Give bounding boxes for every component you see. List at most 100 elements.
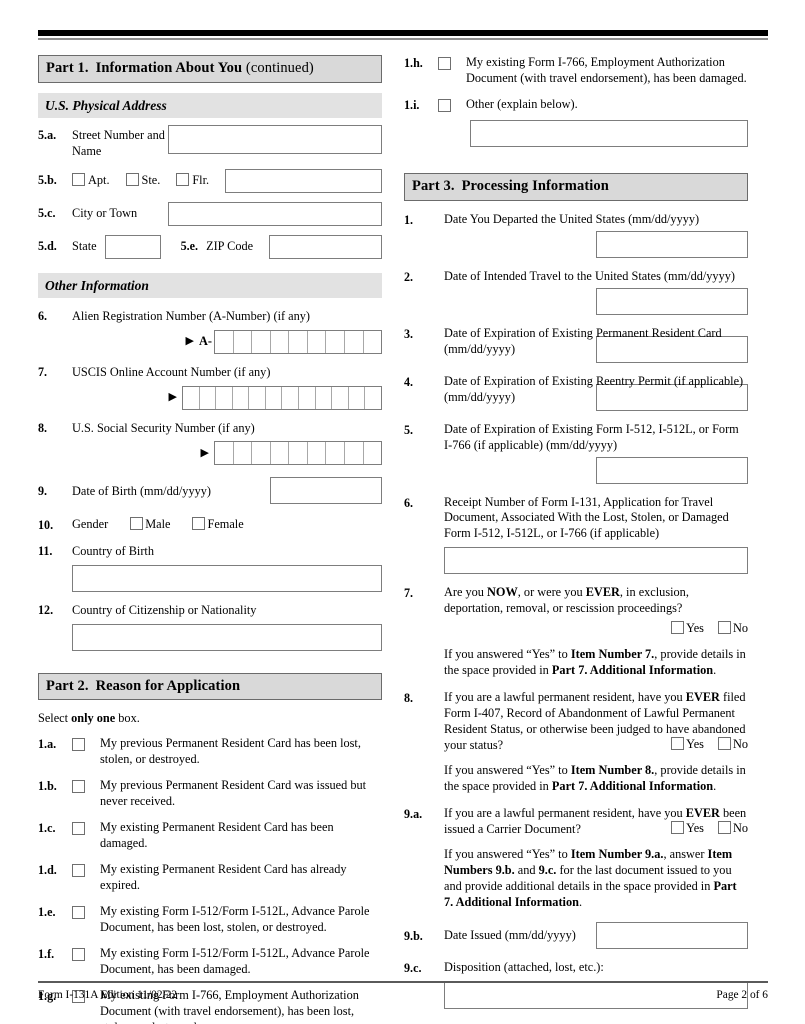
reason-option-1f[interactable]: 1.f. My existing Form I-512/Form I-512L,… <box>38 946 382 978</box>
checkbox-option-apt[interactable]: Apt. <box>72 172 110 189</box>
checkbox-reason-1a[interactable] <box>72 736 100 754</box>
reason-option-1i[interactable]: 1.i. Other (explain below). <box>404 97 748 115</box>
checkbox-reason-1f[interactable] <box>72 946 100 964</box>
label-ste: Ste. <box>141 172 161 187</box>
checkbox-reason-1h[interactable] <box>438 55 466 73</box>
checkbox-female-icon[interactable] <box>192 516 206 530</box>
checkbox-1b-icon[interactable] <box>72 780 85 794</box>
checkbox-reason-1e[interactable] <box>72 904 100 922</box>
input-apt-ste-flr-number[interactable] <box>225 168 382 193</box>
checkbox-1f-icon[interactable] <box>72 948 85 962</box>
label-country-of-birth: Country of Birth <box>72 544 154 559</box>
item-num-1f: 1.f. <box>38 947 55 962</box>
right-triangle-icon: ▶ <box>168 391 177 404</box>
checkbox-1c-icon[interactable] <box>72 822 85 836</box>
input-street-number-and-name[interactable] <box>168 125 382 155</box>
checkbox-option-7-yes[interactable]: Yes <box>671 621 704 637</box>
reason-option-1b[interactable]: 1.b. My previous Permanent Resident Card… <box>38 778 382 810</box>
item-num-1b: 1.b. <box>38 779 57 794</box>
reason-option-1h[interactable]: 1.h. My existing Form I-766, Employment … <box>404 55 748 87</box>
item-num-5c: 5.c. <box>38 206 56 221</box>
checkbox-1h-icon[interactable] <box>438 57 451 70</box>
item-num-5e: 5.e. <box>180 238 199 253</box>
reason-option-1d[interactable]: 1.d. My existing Permanent Resident Card… <box>38 862 382 894</box>
checkbox-option-8-no[interactable]: No <box>717 737 748 753</box>
checkbox-option-9a-yes[interactable]: Yes <box>671 821 704 837</box>
checkbox-ste-icon[interactable] <box>125 172 139 186</box>
checkbox-1a-icon[interactable] <box>72 738 85 752</box>
input-uscis-online-account-number[interactable] <box>182 385 382 410</box>
label-receipt-number: Receipt Number of Form I-131, Applicatio… <box>444 494 729 541</box>
checkbox-9a-yes-icon[interactable] <box>671 821 685 835</box>
checkbox-option-female[interactable]: Female <box>192 516 244 533</box>
i407-bold-ever: EVER <box>685 690 720 705</box>
input-date-exp-i512[interactable] <box>596 456 748 484</box>
checkbox-7-yes-icon[interactable] <box>671 621 685 635</box>
label-date-departed: Date You Departed the United States (mm/… <box>444 211 700 226</box>
reason-option-1a[interactable]: 1.a. My previous Permanent Resident Card… <box>38 736 382 768</box>
checkbox-1i-icon[interactable] <box>438 98 451 112</box>
label-city-or-town: City or Town <box>72 206 138 221</box>
checkbox-option-flr[interactable]: Flr. <box>176 172 210 189</box>
checkbox-9a-no-icon[interactable] <box>717 821 731 835</box>
input-zip-code[interactable] <box>269 234 382 259</box>
checkbox-option-ste[interactable]: Ste. <box>125 172 161 189</box>
input-date-departed[interactable] <box>596 230 748 258</box>
input-receipt-number[interactable] <box>444 547 748 575</box>
part3-title: Processing Information <box>461 177 609 194</box>
note-8-pre: If you answered “Yes” to <box>444 763 571 778</box>
checkbox-option-8-yes[interactable]: Yes <box>671 737 704 753</box>
checkbox-7-no-icon[interactable] <box>717 621 731 635</box>
item-num-11: 11. <box>38 544 53 559</box>
input-country-of-citizenship[interactable] <box>72 623 382 651</box>
reason-option-1c[interactable]: 1.c. My existing Permanent Resident Card… <box>38 820 382 852</box>
item-num-p3-3: 3. <box>404 326 414 341</box>
field-row-gender: 10. Gender Male Female <box>38 516 382 533</box>
part2-title: Reason for Application <box>95 677 241 694</box>
checkbox-reason-1d[interactable] <box>72 862 100 880</box>
input-state[interactable] <box>104 234 161 259</box>
note-8-post: . <box>713 779 717 794</box>
comb-wrap-uscis-account: ▶ <box>38 385 382 410</box>
instruction-pre: Select <box>38 711 72 726</box>
item-num-7: 7. <box>38 364 48 379</box>
checkbox-option-9a-no[interactable]: No <box>717 821 748 837</box>
checkbox-8-yes-icon[interactable] <box>671 737 685 751</box>
input-alien-registration-number[interactable] <box>214 329 382 354</box>
part1-header: Part 1. Information About You (continued) <box>38 55 382 83</box>
input-country-of-birth[interactable] <box>72 564 382 592</box>
part1-continued: (continued) <box>245 60 314 76</box>
label-8-yes: Yes <box>686 737 704 752</box>
input-date-intended-travel[interactable] <box>596 287 748 315</box>
reason-option-1e[interactable]: 1.e. My existing Form I-512/Form I-512L,… <box>38 904 382 936</box>
checkbox-reason-1b[interactable] <box>72 778 100 796</box>
label-9a-yes: Yes <box>686 821 704 836</box>
checkbox-option-7-no[interactable]: No <box>717 621 748 637</box>
checkbox-reason-1i[interactable] <box>438 97 466 115</box>
label-8-no: No <box>732 737 748 752</box>
label-zip-code: ZIP Code <box>206 239 254 254</box>
checkbox-flr-icon[interactable] <box>176 172 190 186</box>
input-date-issued[interactable] <box>596 922 748 950</box>
checkbox-8-no-icon[interactable] <box>717 737 731 751</box>
item-num-p3-1: 1. <box>404 212 414 227</box>
checkbox-option-male[interactable]: Male <box>130 516 170 533</box>
input-date-of-birth[interactable] <box>270 477 382 505</box>
checkbox-apt-icon[interactable] <box>72 172 85 186</box>
item-num-p3-4: 4. <box>404 374 414 389</box>
checkbox-1e-icon[interactable] <box>72 906 85 920</box>
checkbox-reason-1c[interactable] <box>72 820 100 838</box>
input-city-or-town[interactable] <box>168 201 382 226</box>
field-row-disposition: 9.c. Disposition (attached, lost, etc.): <box>404 960 748 977</box>
carrier-bold-ever: EVER <box>685 806 720 821</box>
input-other-explanation[interactable] <box>470 119 748 147</box>
item-num-1d: 1.d. <box>38 863 57 878</box>
label-flr: Flr. <box>192 172 210 187</box>
item-num-1e: 1.e. <box>38 905 56 920</box>
checkbox-male-icon[interactable] <box>130 516 144 530</box>
reason-text-1a: My previous Permanent Resident Card has … <box>100 736 361 767</box>
field-row-date-exp-prc: 3. Date of Expiration of Existing Perman… <box>404 326 748 363</box>
input-social-security-number[interactable] <box>214 441 382 466</box>
checkbox-1d-icon[interactable] <box>72 864 85 878</box>
label-7-no: No <box>732 621 748 636</box>
